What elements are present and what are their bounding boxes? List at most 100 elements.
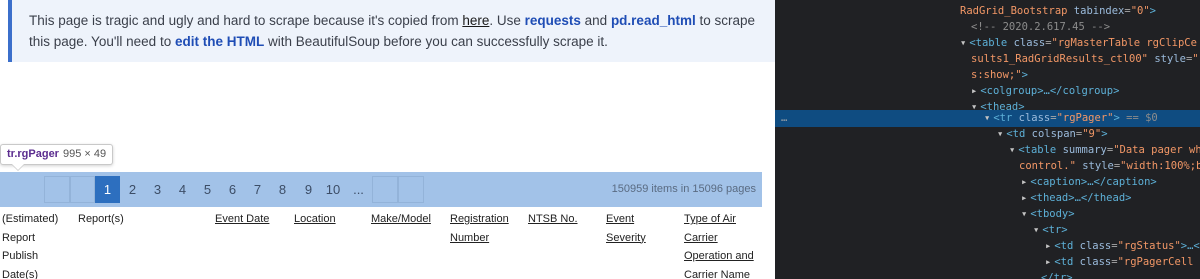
dom-node-inner-thead[interactable]: ▸ <thead>…</thead> — [775, 190, 1200, 206]
page-number-6[interactable]: 6 — [220, 176, 245, 203]
expand-triangle-icon[interactable]: ▾ — [1009, 144, 1015, 156]
tag-name: <td — [1006, 128, 1026, 140]
tooltip-selector: tr.rgPager — [7, 148, 59, 160]
info-callout: This page is tragic and ugly and hard to… — [8, 0, 775, 62]
page-number-7[interactable]: 7 — [245, 176, 270, 203]
attr-value: sults1_RadGridResults_ctl00" — [971, 53, 1149, 65]
edit-html-keyword: edit the HTML — [174, 34, 265, 49]
tag-name: <table — [1018, 144, 1057, 156]
col-event-severity[interactable]: Event Severity — [606, 210, 656, 247]
attr-value: "0" — [1130, 5, 1150, 17]
page-number-1[interactable]: 1 — [95, 176, 120, 203]
page-more-ellipsis[interactable]: ... — [346, 176, 371, 203]
attr-value: "rgStatus" — [1117, 240, 1181, 252]
expand-triangle-icon[interactable]: ▸ — [971, 85, 977, 97]
tag-name: <tbody> — [1030, 208, 1075, 220]
page-number-2[interactable]: 2 — [120, 176, 145, 203]
attr-value: "rgPager" — [1056, 112, 1114, 124]
dom-node-caption[interactable]: ▸ <caption>…</caption> — [775, 174, 1200, 190]
here-link[interactable]: here — [462, 13, 489, 28]
expand-triangle-icon[interactable]: ▸ — [1021, 176, 1027, 188]
col-event-date[interactable]: Event Date — [215, 210, 285, 229]
dom-node-continuation[interactable]: s:show;"> — [775, 67, 1200, 83]
callout-text-3: and — [580, 13, 611, 28]
more-actions-icon[interactable]: … — [781, 110, 787, 126]
console-ref: == $0 — [1126, 112, 1158, 124]
devtools-elements-panel: RadGrid_Bootstrap tabindex="0"> <!-- 202… — [775, 0, 1200, 279]
first-page-button[interactable] — [44, 176, 70, 203]
expand-triangle-icon[interactable]: ▾ — [1021, 208, 1027, 220]
page-number-3[interactable]: 3 — [145, 176, 170, 203]
attr-value: "width:100%;b — [1120, 160, 1200, 172]
col-ntsb-no[interactable]: NTSB No. — [528, 210, 598, 229]
attr-name: class — [1018, 112, 1051, 124]
callout-text-5: with BeautifulSoup before you can succes… — [264, 34, 608, 49]
tooltip-arrow — [12, 164, 24, 170]
expand-triangle-icon[interactable]: ▾ — [960, 37, 966, 49]
dom-node-td-pagercell[interactable]: ▸ <td class="rgPagerCell N — [775, 254, 1200, 270]
requests-keyword: requests — [524, 13, 581, 28]
last-page-button[interactable] — [398, 176, 424, 203]
tag-close: >…</ — [1180, 240, 1200, 252]
dom-node-table-pager[interactable]: ▾ <table summary="Data pager wh — [775, 142, 1200, 158]
tag-name: <td — [1054, 256, 1074, 268]
page-number-8[interactable]: 8 — [270, 176, 295, 203]
col-air-carrier-operation[interactable]: Type of Air Carrier Operation and Carrie… — [684, 210, 756, 279]
attr-value: " — [1192, 53, 1199, 65]
tag-close: > — [1021, 69, 1028, 81]
attr-value: "9" — [1082, 128, 1102, 140]
dom-node-td[interactable]: ▾ <td colspan="9"> — [775, 126, 1200, 142]
dom-comment-line[interactable]: <!-- 2020.2.617.45 --> — [775, 19, 1200, 35]
col-make-model[interactable]: Make/Model — [371, 210, 441, 229]
tag-name: <td — [1054, 240, 1074, 252]
expand-triangle-icon[interactable]: ▾ — [1033, 224, 1039, 236]
attr-name: class — [1079, 256, 1112, 268]
dom-node-tbody[interactable]: ▾ <tbody> — [775, 206, 1200, 222]
attr-value: "rgPagerCell N — [1117, 256, 1200, 268]
expand-triangle-icon[interactable]: ▸ — [1045, 240, 1051, 252]
tag-name: <caption>…</caption> — [1030, 176, 1157, 188]
dom-node-td-status[interactable]: ▸<td class="rgStatus">…</ — [775, 238, 1200, 254]
attr-name: class — [1079, 240, 1112, 252]
dom-node-line[interactable]: RadGrid_Bootstrap tabindex="0"> — [775, 3, 1200, 19]
dom-node-table[interactable]: ▾ <table class="rgMasterTable rgClipCe — [775, 35, 1200, 51]
expand-triangle-icon[interactable]: ▸ — [1021, 192, 1027, 204]
page-number-10[interactable]: 10 — [320, 176, 346, 203]
tag-name: <tr — [993, 112, 1013, 124]
dom-node-tr-rgpager-selected[interactable]: … ▾ <tr class="rgPager"> == $0 — [775, 110, 1200, 127]
attr-name: class — [1013, 37, 1046, 49]
dom-node-colgroup[interactable]: ▸ <colgroup>…</colgroup> — [775, 83, 1200, 99]
tag-name: </tr> — [1041, 272, 1073, 279]
callout-text-1: This page is tragic and ugly and hard to… — [29, 13, 463, 28]
pager-status: 150959 items in 15096 pages — [611, 183, 756, 195]
pager-row: 1 2 3 4 5 6 7 8 9 10 ... 150959 items in… — [0, 172, 762, 207]
page-number-9[interactable]: 9 — [296, 176, 321, 203]
attr-name: summary — [1062, 144, 1107, 156]
dom-comment: <!-- 2020.2.617.45 --> — [971, 21, 1111, 33]
attr-value: s:show;" — [971, 69, 1022, 81]
expand-triangle-icon[interactable]: ▸ — [1045, 256, 1051, 268]
prev-page-button[interactable] — [70, 176, 95, 203]
tooltip-dimensions: 995 × 49 — [62, 148, 107, 160]
dom-node-continuation[interactable]: control." style="width:100%;b — [775, 158, 1200, 174]
page-number-4[interactable]: 4 — [170, 176, 195, 203]
tag-name: <thead>…</thead> — [1030, 192, 1132, 204]
dom-node-close-tr[interactable]: </tr> — [775, 270, 1200, 279]
expand-triangle-icon[interactable]: ▾ — [984, 112, 990, 124]
inspect-tooltip: tr.rgPager 995 × 49 — [0, 144, 114, 165]
results-table-header: (Estimated) Report Publish Date(s) Repor… — [0, 210, 762, 279]
attr-value: control." — [1019, 160, 1076, 172]
attr-name: style — [1082, 160, 1114, 172]
col-report-publish-date: (Estimated) Report Publish Date(s) — [2, 213, 59, 279]
dom-node-inner-tr[interactable]: ▾ <tr> — [775, 222, 1200, 238]
col-location[interactable]: Location — [294, 210, 364, 229]
expand-triangle-icon[interactable]: ▾ — [997, 128, 1003, 140]
dom-node-continuation[interactable]: sults1_RadGridResults_ctl00" style=" — [775, 51, 1200, 67]
col-reports: Report(s) — [78, 213, 124, 225]
attr-name: colspan — [1031, 128, 1076, 140]
attr-name: tabindex — [1073, 5, 1125, 17]
next-page-button[interactable] — [372, 176, 398, 203]
page-number-5[interactable]: 5 — [195, 176, 220, 203]
col-registration-number[interactable]: Registration Number — [450, 210, 510, 247]
attr-value: RadGrid_Bootstrap — [960, 5, 1068, 17]
